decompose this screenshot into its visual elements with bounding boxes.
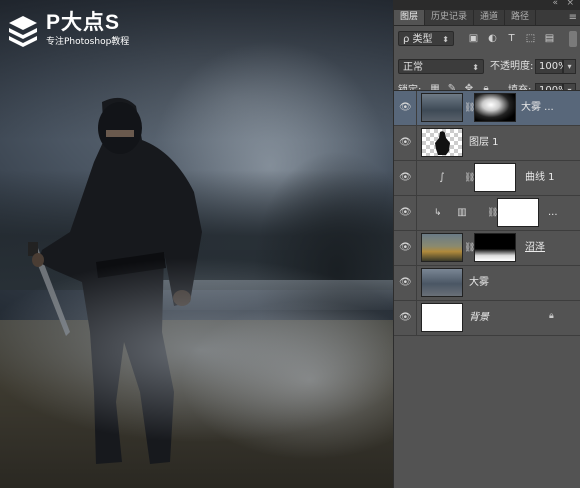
layer-mask-thumbnail[interactable] (497, 198, 539, 227)
layer-mask-thumbnail[interactable] (474, 163, 516, 192)
layer-name[interactable]: 背景 (469, 311, 489, 325)
filter-toggle[interactable] (569, 31, 577, 47)
visibility-cell[interactable]: 👁︎ (394, 91, 417, 125)
layer-name[interactable]: 沼泽 (525, 241, 545, 255)
eye-icon[interactable]: 👁︎ (399, 207, 412, 219)
adjustment-filter-icon[interactable]: ◐ (485, 32, 500, 46)
tab-layers[interactable]: 图层 (394, 10, 426, 25)
tab-history[interactable]: 历史记录 (425, 10, 475, 25)
type-filter-icon[interactable]: T (504, 32, 519, 46)
layer-mask-thumbnail[interactable] (474, 233, 516, 262)
layer-row[interactable]: 👁︎ ∫ ⛓︎ 曲线 1 (394, 161, 580, 196)
blend-row: 正常 ⬍ 不透明度: 100% ▾ (394, 57, 580, 77)
chevron-updown-icon: ⬍ (442, 35, 449, 44)
layer-name[interactable]: 曲线 1 (525, 171, 555, 185)
filter-row: ρ 类型 ⬍ ▣ ◐ T ⬚ ▤ (394, 29, 580, 49)
lock-icon: 🔒︎ (549, 311, 554, 321)
shape-filter-icon[interactable]: ⬚ (523, 32, 538, 46)
opacity-dropdown-icon[interactable]: ▾ (563, 59, 576, 74)
eye-icon[interactable]: 👁︎ (399, 277, 412, 289)
visibility-cell[interactable]: 👁︎ (394, 301, 417, 335)
layer-thumbnail (421, 233, 463, 262)
layers-list: 👁︎ ⛓︎ 大雾 ... 👁︎ 图层 1 👁︎ ∫ ⛓︎ 曲线 1 👁︎ ↳ ▥… (394, 90, 580, 336)
panel-tabs: 图层 历史记录 通道 路径 ≡ (394, 10, 580, 26)
layers-panel: 图层 历史记录 通道 路径 ≡ ρ 类型 ⬍ ▣ ◐ T ⬚ ▤ 正常 ⬍ 不透… (393, 10, 580, 488)
layer-row[interactable]: 👁︎ 大雾 (394, 266, 580, 301)
layer-row[interactable]: 👁︎ 图层 1 (394, 126, 580, 161)
layer-thumbnail (421, 268, 463, 297)
logo-title: P大点S (46, 11, 121, 34)
levels-icon: ▥ (457, 207, 467, 218)
eye-icon[interactable]: 👁︎ (399, 172, 412, 184)
blend-mode-select[interactable]: 正常 ⬍ (398, 59, 484, 74)
pixel-filter-icon[interactable]: ▣ (466, 32, 481, 46)
logo-subtitle: 专注Photoshop教程 (46, 37, 130, 47)
clipping-arrow-icon: ↳ (434, 208, 442, 218)
visibility-cell[interactable]: 👁︎ (394, 126, 417, 160)
layer-row[interactable]: 👁︎ ⛓︎ 沼泽 (394, 231, 580, 266)
eye-icon[interactable]: 👁︎ (399, 102, 412, 114)
visibility-cell[interactable]: 👁︎ (394, 231, 417, 265)
filter-kind-select[interactable]: ρ 类型 ⬍ (398, 31, 454, 46)
ninja-silhouette-icon (435, 131, 450, 155)
close-icon[interactable]: × (566, 0, 574, 8)
curves-icon: ∫ (439, 172, 445, 183)
opacity-input[interactable]: 100% (535, 59, 568, 74)
collapse-icon[interactable]: « (552, 0, 558, 8)
chain-link-icon[interactable]: ⛓︎ (464, 242, 475, 254)
layer-name[interactable]: 大雾 ... (521, 101, 554, 115)
layer-name[interactable]: 大雾 (469, 276, 489, 290)
layer-row[interactable]: 👁︎ ⛓︎ 大雾 ... (394, 91, 580, 126)
chain-link-icon[interactable]: ⛓︎ (487, 207, 498, 219)
blend-mode-value: 正常 (403, 62, 423, 73)
fog-layer-2 (180, 300, 393, 460)
layer-name[interactable]: 图层 1 (469, 136, 499, 150)
eye-icon[interactable]: 👁︎ (399, 312, 412, 324)
chevron-updown-icon: ⬍ (472, 63, 479, 72)
panel-dock-bar: « × (393, 0, 580, 10)
eye-icon[interactable]: 👁︎ (399, 137, 412, 149)
opacity-label: 不透明度: (490, 61, 534, 72)
smart-object-filter-icon[interactable]: ▤ (542, 32, 557, 46)
visibility-cell[interactable]: 👁︎ (394, 161, 417, 195)
panel-menu-icon[interactable]: ≡ (569, 10, 577, 25)
site-logo: P大点S 专注Photoshop教程 (6, 12, 129, 48)
tab-channels[interactable]: 通道 (474, 10, 506, 25)
layer-thumbnail (421, 93, 463, 122)
layer-thumbnail (421, 128, 463, 157)
chain-link-icon[interactable]: ⛓︎ (464, 172, 475, 184)
layer-row[interactable]: 👁︎ 背景 🔒︎ (394, 301, 580, 336)
filter-icons: ▣ ◐ T ⬚ ▤ (466, 32, 561, 46)
layer-thumbnail (421, 303, 463, 332)
visibility-cell[interactable]: 👁︎ (394, 196, 417, 230)
layer-name[interactable]: ... (548, 206, 558, 220)
eye-icon[interactable]: 👁︎ (399, 242, 412, 254)
layer-row[interactable]: 👁︎ ↳ ▥ ⛓︎ ... (394, 196, 580, 231)
filter-kind-value: ρ 类型 (403, 34, 433, 45)
tab-paths[interactable]: 路径 (505, 10, 537, 25)
layer-mask-thumbnail[interactable] (474, 93, 516, 122)
chain-link-icon[interactable]: ⛓︎ (464, 102, 475, 114)
visibility-cell[interactable]: 👁︎ (394, 266, 417, 300)
document-canvas[interactable]: P大点S 专注Photoshop教程 (0, 0, 393, 488)
stacked-layers-icon (9, 16, 37, 47)
